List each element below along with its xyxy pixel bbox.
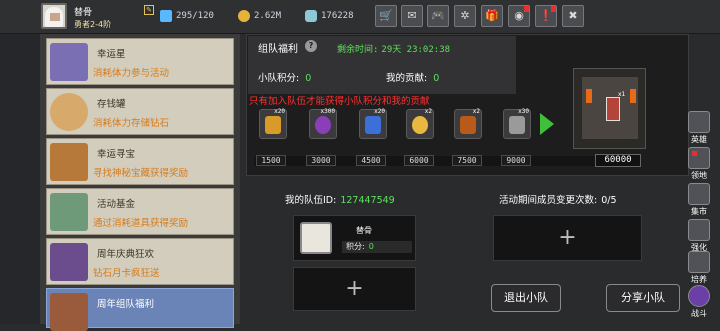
add-member-slot[interactable]: + [493,215,642,261]
event-title: 周年庆典狂欢 [97,249,155,260]
milestone-marker: 7500 [452,155,482,166]
milestone-marker: 9000 [501,155,531,166]
event-desc: 消耗体力存储钻石 [93,118,170,129]
plus-icon: + [558,225,577,250]
member-avatar [300,222,332,254]
event-item-lucky-star[interactable]: 幸运星 消耗体力参与活动 [46,38,234,85]
event-item-fund[interactable]: 活动基金 通过消耗道具获得奖励 [46,188,234,235]
lightning-scroll-icon [265,116,281,134]
reward-slot[interactable]: x20 [359,108,387,139]
member-score: 积分: 0 [342,241,412,253]
share-team-button[interactable]: 分享小队 [606,284,680,312]
hammer-icon [509,116,525,134]
player-title: 勇者2-4阶 [74,20,112,29]
mail-button[interactable]: ✉ [401,5,423,27]
fund-bag-icon [50,193,88,231]
event-desc: 通过消耗道具获得奖励 [93,218,189,229]
settings-button[interactable]: ✲ [454,5,476,27]
treasure-hunt-icon [50,143,88,181]
reward-slot[interactable]: x30 [503,108,531,139]
color-wheel-button[interactable]: ◉ [508,5,530,27]
join-warning: 只有加入队伍才能获得小队积分和我的贡献 [249,96,430,107]
stamina-value: 295/120 [176,11,214,21]
train-icon [688,251,710,273]
territory-icon [688,147,710,169]
stamina-resource: 295/120 [160,8,214,24]
milestone-max: 60000 [595,154,641,167]
battle-icon [688,285,710,307]
right-nav-rail: 英雄 领地 集市 强化 培养 战斗 [684,110,716,324]
shop-button[interactable]: 🛒 [375,5,397,27]
nav-battle[interactable]: 战斗 [684,284,714,322]
nav-hero[interactable]: 英雄 [684,110,714,148]
enhance-icon [688,219,710,241]
nav-market[interactable]: 集市 [684,182,714,220]
gamepad-button[interactable]: 🎮 [427,5,449,27]
torch-icon [460,116,476,134]
diamond-value: 176228 [321,11,354,21]
milestone-marker: 6000 [404,155,434,166]
event-title: 幸运星 [97,49,126,60]
player-name: 替骨 [74,8,93,18]
gift-button[interactable]: 🎁 [481,5,503,27]
panel-title: 组队福利 [258,44,298,55]
player-avatar[interactable] [41,3,67,29]
left-gutter [0,34,40,324]
gold-value: 2.62M [254,11,282,21]
event-title: 活动基金 [97,199,136,210]
member-name: 替骨 [356,226,372,235]
member-card[interactable]: 替骨 积分: 0 [293,215,416,261]
event-item-team-welfare[interactable]: 周年组队福利 [46,288,234,331]
tools-button[interactable]: ✖ [562,5,584,27]
reward-slot[interactable]: x300 [309,108,337,139]
diamond-resource: 176228 [305,8,354,24]
event-list: 幸运星 消耗体力参与活动 存钱罐 消耗体力存储钻石 幸运寻宝 寻找神秘宝藏获得奖… [40,34,240,331]
event-title: 幸运寻宝 [97,149,136,160]
nav-territory[interactable]: 领地 [684,146,714,184]
help-icon[interactable]: ? [305,40,317,52]
member-changes: 活动期间成员变更次数: 0/5 [499,195,617,206]
event-desc: 消耗体力参与活动 [93,68,170,79]
team-points: 小队积分: 0 [258,73,312,84]
edit-name-icon[interactable]: ✎ [144,5,154,15]
plus-icon: + [345,276,364,301]
my-contribution: 我的贡献: 0 [386,73,440,84]
anniversary-icon [50,243,88,281]
golden-egg-icon [412,116,428,134]
gold-resource: 2.62M [238,8,281,24]
event-title: 存钱罐 [97,99,126,110]
milestone-marker: 1500 [256,155,286,166]
hero-count: x1 [618,91,626,98]
gold-coin-icon [238,10,250,22]
add-member-slot[interactable]: + [293,267,416,311]
stamina-icon [160,10,172,22]
team-id: 我的队伍ID: 127447549 [285,195,395,206]
piggy-bank-icon [50,93,88,131]
event-item-anniversary[interactable]: 周年庆典狂欢 钻石月卡疯狂送 [46,238,234,285]
milestone-marker: 4500 [356,155,386,166]
event-item-piggy-bank[interactable]: 存钱罐 消耗体力存储钻石 [46,88,234,135]
reward-slot[interactable]: x2 [406,108,434,139]
hero-icon [688,111,710,133]
event-desc: 钻石月卡疯狂送 [93,268,160,279]
event-button[interactable]: ❗ [535,5,557,27]
countdown: 剩余时间: 29天 23:02:38 [337,45,451,55]
reward-slot[interactable]: x2 [454,108,482,139]
scroll-right-arrow-icon[interactable] [540,113,554,135]
event-title: 周年组队福利 [97,299,155,310]
blue-gem-icon [365,116,381,134]
lucky-star-icon [50,43,88,81]
market-icon [688,183,710,205]
nav-train[interactable]: 培养 [684,250,714,288]
leave-team-button[interactable]: 退出小队 [491,284,561,312]
hero-sprite-icon [606,97,620,121]
milestone-marker: 3000 [306,155,336,166]
diamond-icon [305,10,317,22]
dungeon-preview[interactable]: x1 [573,68,646,149]
team-welfare-icon [50,293,88,331]
purple-orb-icon [315,116,331,134]
event-desc: 寻找神秘宝藏获得奖励 [93,168,189,179]
reward-slot[interactable]: x20 [259,108,287,139]
event-item-treasure-hunt[interactable]: 幸运寻宝 寻找神秘宝藏获得奖励 [46,138,234,185]
